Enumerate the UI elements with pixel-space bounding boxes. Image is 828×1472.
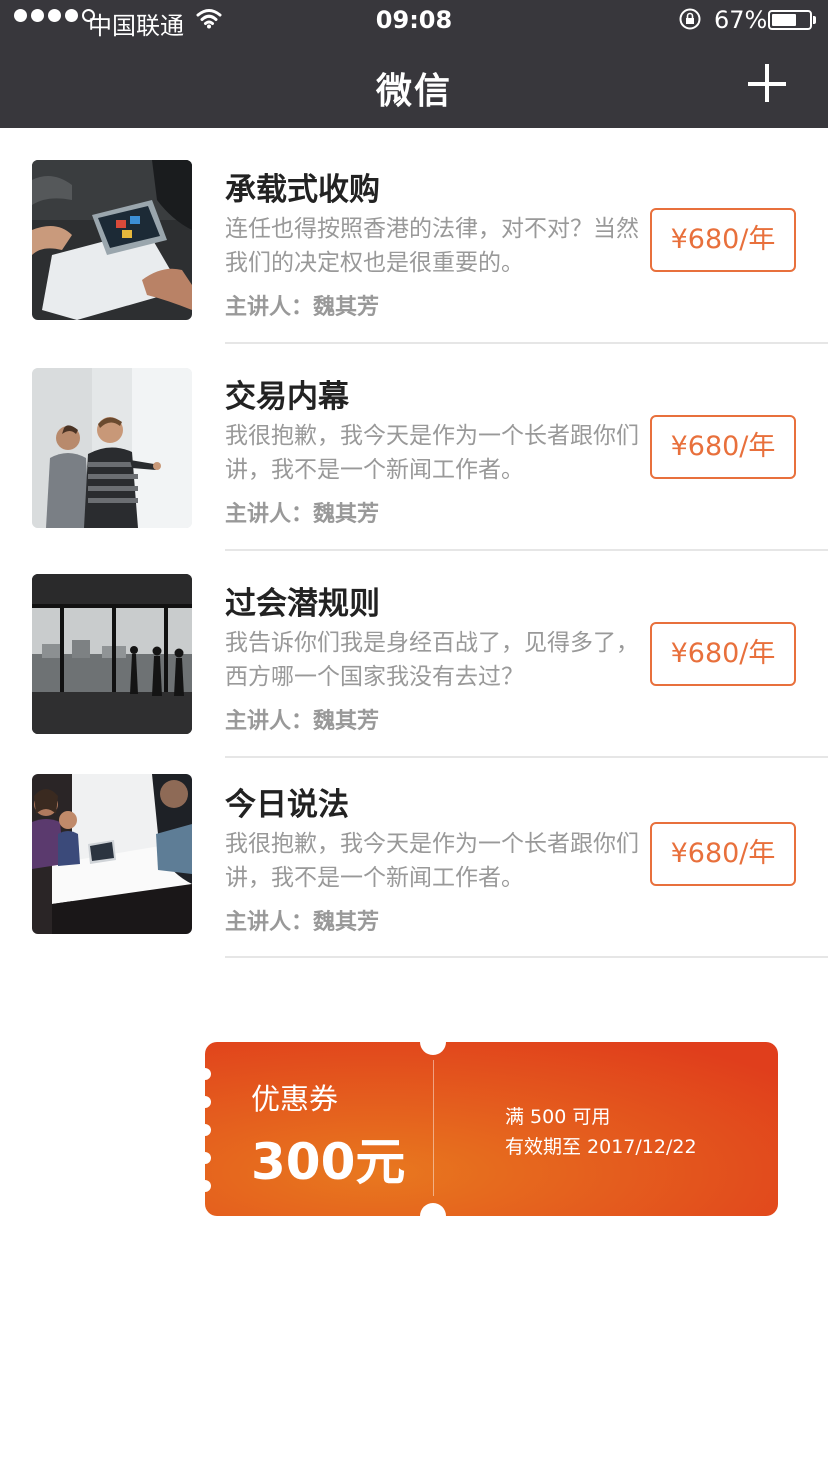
- top-bar: 中国联通 09:08 67% 微信: [0, 0, 828, 128]
- list-item[interactable]: 过会潜规则 我告诉你们我是身经百战了，见得多了，西方哪一个国家我没有去过？ 主讲…: [0, 542, 828, 758]
- battery-icon: [768, 10, 812, 30]
- course-speaker: 主讲人：魏其芳: [225, 910, 380, 935]
- coupon-condition: 满 500 可用: [505, 1106, 611, 1128]
- add-button[interactable]: [746, 62, 790, 106]
- coupon-separator: [433, 1060, 434, 1196]
- price-button[interactable]: ¥680/年: [650, 415, 796, 479]
- coupon-label: 优惠券: [251, 1082, 339, 1116]
- list-item[interactable]: 交易内幕 我很抱歉，我今天是作为一个长者跟你们讲，我不是一个新闻工作者。 主讲人…: [0, 335, 828, 551]
- price-button[interactable]: ¥680/年: [650, 208, 796, 272]
- course-list: 承载式收购 连任也得按照香港的法律，对不对？当然我们的决定权也是很重要的。 主讲…: [0, 128, 828, 958]
- course-speaker: 主讲人：魏其芳: [225, 502, 380, 527]
- coupon-card[interactable]: 优惠券 300元 满 500 可用 有效期至 2017/12/22: [205, 1042, 778, 1216]
- course-thumbnail: [32, 574, 192, 734]
- battery-tip: [813, 16, 816, 24]
- office-window-photo: [32, 574, 192, 734]
- meeting-laptop-photo: [32, 160, 192, 320]
- price-button[interactable]: ¥680/年: [650, 822, 796, 886]
- status-bar: 中国联通 09:08 67%: [0, 0, 828, 40]
- coupon-amount: 300元: [251, 1133, 406, 1191]
- course-description: 连任也得按照香港的法律，对不对？当然我们的决定权也是很重要的。: [225, 216, 639, 276]
- clock: 09:08: [375, 6, 453, 34]
- course-description: 我很抱歉，我今天是作为一个长者跟你们讲，我不是一个新闻工作者。: [225, 423, 639, 483]
- course-description: 我很抱歉，我今天是作为一个长者跟你们讲，我不是一个新闻工作者。: [225, 831, 639, 891]
- list-divider: [225, 956, 828, 958]
- conference-table-photo: [32, 774, 192, 934]
- course-title: 交易内幕: [225, 379, 349, 415]
- course-speaker: 主讲人：魏其芳: [225, 709, 380, 734]
- list-item[interactable]: 承载式收购 连任也得按照香港的法律，对不对？当然我们的决定权也是很重要的。 主讲…: [0, 128, 828, 344]
- page-title: 微信: [375, 71, 452, 112]
- course-thumbnail: [32, 160, 192, 320]
- course-thumbnail: [32, 368, 192, 528]
- course-title: 今日说法: [225, 787, 349, 823]
- whiteboard-men-photo: [32, 368, 192, 528]
- course-title: 承载式收购: [225, 172, 380, 208]
- rotation-lock-icon: [679, 8, 701, 30]
- course-description: 我告诉你们我是身经百战了，见得多了，西方哪一个国家我没有去过？: [225, 630, 639, 690]
- price-button[interactable]: ¥680/年: [650, 622, 796, 686]
- coupon-expiry: 有效期至 2017/12/22: [505, 1136, 697, 1158]
- course-title: 过会潜规则: [225, 586, 380, 622]
- course-thumbnail: [32, 774, 192, 934]
- battery-percent: 67%: [714, 6, 768, 34]
- list-item[interactable]: 今日说法 我很抱歉，我今天是作为一个长者跟你们讲，我不是一个新闻工作者。 主讲人…: [0, 749, 828, 958]
- course-speaker: 主讲人：魏其芳: [225, 295, 380, 320]
